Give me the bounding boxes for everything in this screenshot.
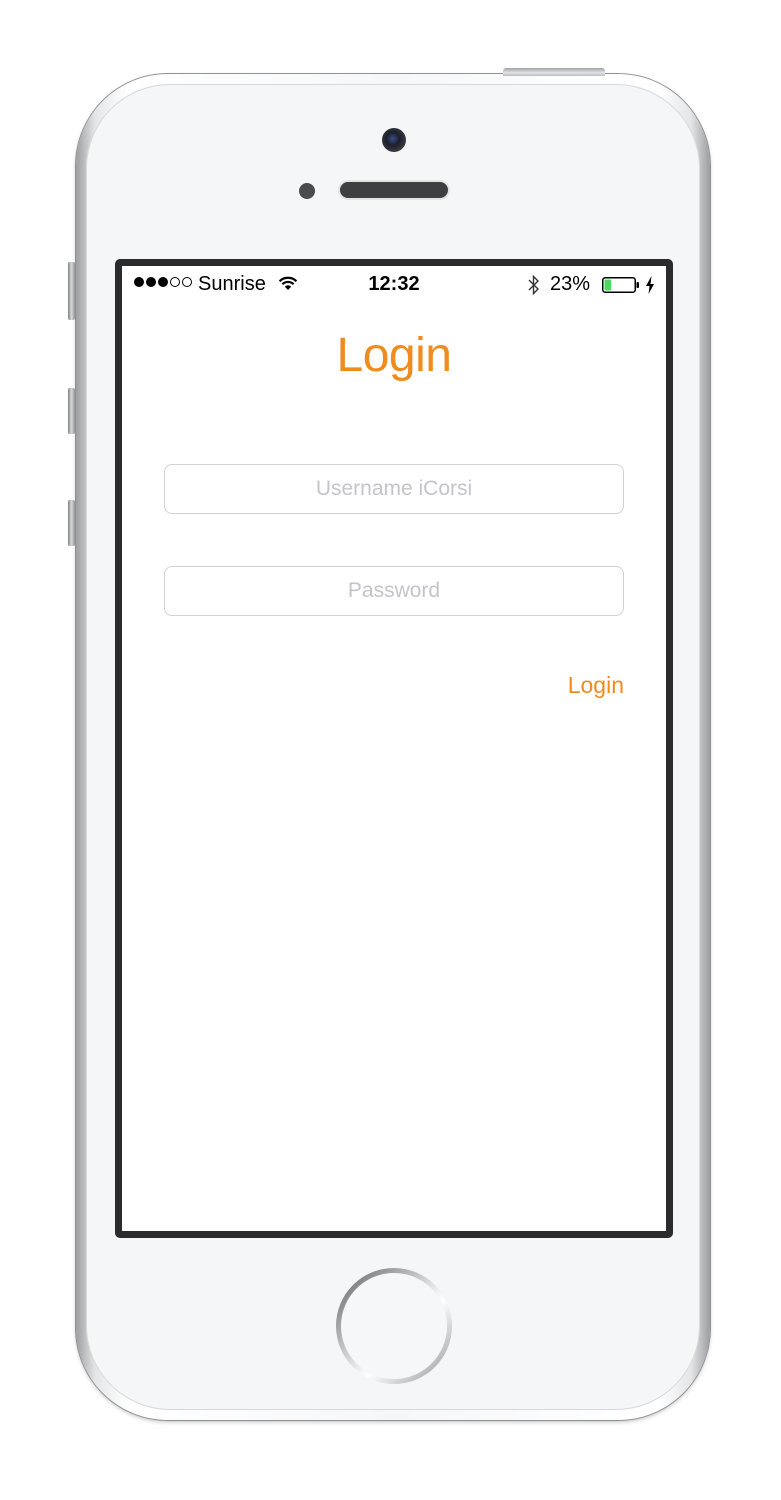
earpiece-speaker	[340, 182, 448, 198]
password-input[interactable]	[164, 566, 624, 616]
page-title: Login	[336, 329, 452, 382]
home-button[interactable]	[336, 1268, 452, 1384]
mute-switch	[68, 262, 75, 320]
screen: Sunrise 12:32 23% Login Login	[122, 266, 666, 1231]
volume-down-button	[68, 500, 75, 546]
login-button[interactable]: Login	[568, 672, 624, 699]
power-button	[503, 68, 605, 76]
front-camera	[382, 128, 406, 152]
charging-icon	[646, 276, 654, 294]
battery-icon	[602, 277, 639, 293]
battery-percentage: 23%	[550, 273, 591, 295]
volume-up-button	[68, 388, 75, 434]
status-bar: Sunrise 12:32 23%	[122, 266, 666, 306]
bluetooth-icon	[528, 274, 539, 296]
username-input[interactable]	[164, 464, 624, 514]
proximity-sensor	[299, 183, 315, 199]
